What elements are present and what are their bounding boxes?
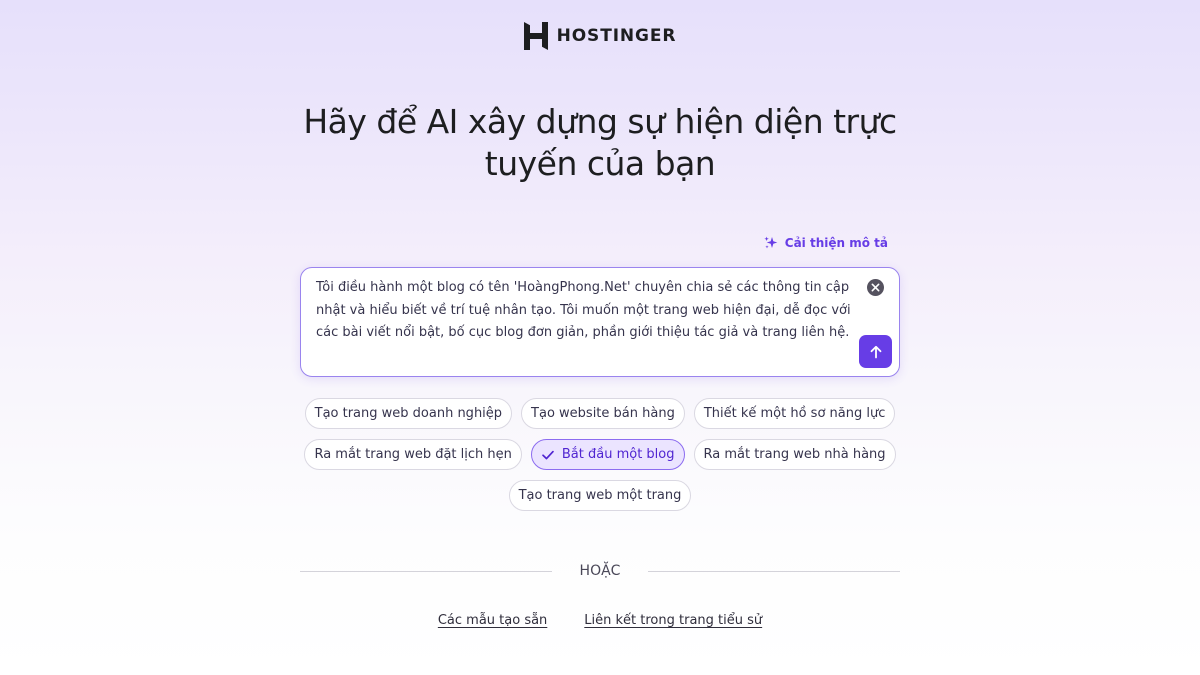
suggestion-row: Ra mắt trang web đặt lịch hẹn Bắt đầu mộ… xyxy=(304,439,896,470)
suggestion-chip-start-blog[interactable]: Bắt đầu một blog xyxy=(530,439,685,470)
page-title-line-1: Hãy để AI xây dựng sự hiện diện trực xyxy=(303,102,897,141)
suggestion-chip-booking-website[interactable]: Ra mắt trang web đặt lịch hẹn xyxy=(304,439,522,470)
brand-name: HOSTINGER xyxy=(556,26,677,46)
suggestion-chip-label: Tạo trang web doanh nghiệp xyxy=(314,406,503,421)
suggestion-chip-label: Ra mắt trang web nhà hàng xyxy=(703,447,886,462)
templates-link[interactable]: Các mẫu tạo sẵn xyxy=(438,613,547,628)
website-description-input[interactable]: Tôi điều hành một blog có tên 'HoàngPhon… xyxy=(300,267,900,377)
suggestion-chip-portfolio[interactable]: Thiết kế một hồ sơ năng lực xyxy=(693,398,896,429)
page-title: Hãy để AI xây dựng sự hiện diện trực tuy… xyxy=(250,101,950,185)
page-title-line-2: tuyến của bạn xyxy=(484,144,716,183)
link-in-bio-link[interactable]: Liên kết trong trang tiểu sử xyxy=(584,613,762,628)
suggestion-chip-label: Thiết kế một hồ sơ năng lực xyxy=(703,406,886,421)
suggestion-chip-label: Tạo trang web một trang xyxy=(518,488,682,503)
submit-button[interactable] xyxy=(859,335,892,368)
close-icon xyxy=(871,283,880,292)
suggestion-chip-label: Bắt đầu một blog xyxy=(561,447,675,462)
suggestion-chip-label: Tạo website bán hàng xyxy=(531,406,675,421)
suggestion-chips: Tạo trang web doanh nghiệp Tạo website b… xyxy=(0,398,1200,511)
divider-line xyxy=(648,571,900,572)
arrow-up-icon xyxy=(870,345,881,358)
suggestion-chip-business-website[interactable]: Tạo trang web doanh nghiệp xyxy=(304,398,513,429)
sparkle-icon xyxy=(764,236,778,249)
alternative-links: Các mẫu tạo sẵn Liên kết trong trang tiể… xyxy=(0,613,1200,628)
suggestion-chip-one-page-website[interactable]: Tạo trang web một trang xyxy=(508,480,692,511)
suggestion-chip-online-store[interactable]: Tạo website bán hàng xyxy=(521,398,685,429)
hostinger-logo-icon[interactable] xyxy=(523,22,548,50)
improve-description-label: Cải thiện mô tả xyxy=(784,236,888,250)
suggestion-chip-label: Ra mắt trang web đặt lịch hẹn xyxy=(314,447,512,462)
improve-description-button[interactable]: Cải thiện mô tả xyxy=(764,236,888,250)
or-divider: HOẶC xyxy=(300,560,900,582)
suggestion-row: Tạo trang web doanh nghiệp Tạo website b… xyxy=(304,398,896,429)
checkmark-icon xyxy=(542,450,554,459)
brand-header: HOSTINGER xyxy=(0,22,1200,50)
suggestion-chip-restaurant-website[interactable]: Ra mắt trang web nhà hàng xyxy=(693,439,896,470)
website-description-text[interactable]: Tôi điều hành một blog có tên 'HoàngPhon… xyxy=(316,277,866,345)
suggestion-row: Tạo trang web một trang xyxy=(508,480,692,511)
clear-input-button[interactable] xyxy=(867,279,884,296)
